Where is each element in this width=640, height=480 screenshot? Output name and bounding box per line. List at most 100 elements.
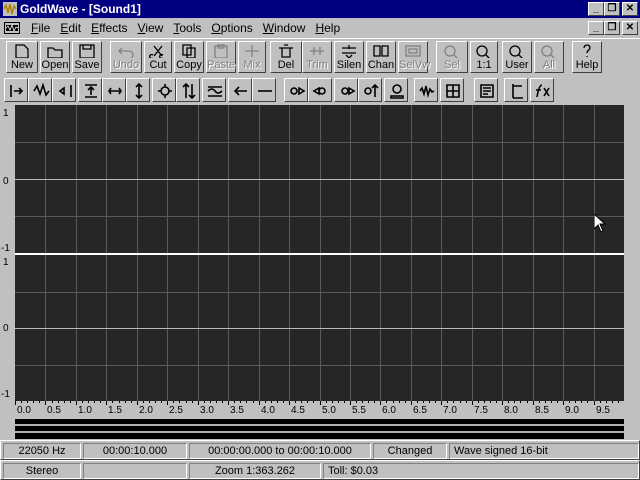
- help-icon: [583, 44, 591, 57]
- main-toolbar: New Open Save Undo Cut Copy Paste Mix Del Trim Sil…: [0, 38, 640, 74]
- save-button[interactable]: Save: [72, 41, 102, 73]
- play-button[interactable]: [284, 78, 308, 102]
- doc-restore-button[interactable]: ❐: [604, 21, 620, 35]
- chan-button[interactable]: Chan: [366, 41, 396, 73]
- copy-button[interactable]: Copy: [174, 41, 204, 73]
- trim-button[interactable]: Trim: [302, 41, 332, 73]
- mix-button[interactable]: Mix: [238, 41, 266, 73]
- maximize-button[interactable]: ❐: [604, 2, 620, 16]
- sample-rate: 22050 Hz: [3, 443, 81, 459]
- time-ruler[interactable]: 0.0 0.5 1.0 1.5 2.0 2.5 3.0 3.5 4.0 4.5 5.0 5.5 6.0 6…: [15, 401, 624, 419]
- swap-arrows-button[interactable]: [176, 78, 200, 102]
- play-forward-button[interactable]: [334, 78, 358, 102]
- user-button[interactable]: User: [502, 41, 532, 73]
- overview-bar[interactable]: [15, 419, 624, 439]
- duration: 00:00:10.000: [83, 443, 187, 459]
- toll-cost: Toll: $0.03: [323, 463, 639, 479]
- resample-icon: [207, 86, 223, 97]
- time-label: 6.0: [382, 405, 396, 416]
- vertical-scrollbar[interactable]: [624, 105, 640, 439]
- toolbar-button-label: SelVw: [399, 59, 431, 71]
- time-label: 8.0: [504, 405, 518, 416]
- expand-button[interactable]: [78, 78, 102, 102]
- amplitude-ruler-bottom: 1 0 -1: [0, 255, 15, 401]
- wave-area: 1 0 -1 1 0 -1 0.0 0.5 1.0 1.5 2.0 2.5 3.0 3.5 4.…: [0, 105, 640, 439]
- menu-file[interactable]: File: [26, 20, 55, 36]
- cue-out-button[interactable]: [52, 78, 76, 102]
- menu-view[interactable]: View: [133, 20, 169, 36]
- toolbar-button-label: All: [542, 59, 556, 71]
- menu-help[interactable]: Help: [310, 20, 345, 36]
- line-button[interactable]: [252, 78, 276, 102]
- close-button[interactable]: ✕: [622, 2, 638, 16]
- file-format: Wave signed 16-bit: [449, 443, 639, 459]
- gear-button[interactable]: [152, 78, 176, 102]
- toolbar-button-label: Paste: [207, 59, 236, 71]
- paste-button[interactable]: Paste: [206, 41, 236, 73]
- silen-button[interactable]: Silen: [334, 41, 364, 73]
- edit-icon: [480, 84, 494, 98]
- menu-options[interactable]: Options: [206, 20, 257, 36]
- help-button[interactable]: Help: [572, 41, 602, 73]
- goldwave-logo-icon: [3, 2, 17, 16]
- status-blank: [83, 463, 187, 479]
- trim-icon: [310, 47, 324, 55]
- menu-window[interactable]: Window: [258, 20, 311, 36]
- minimize-button[interactable]: _: [588, 2, 604, 16]
- status-bar-bottom: Stereo Zoom 1:363.262 Toll: $0.03: [0, 460, 640, 480]
- selvw-button[interactable]: SelVw: [398, 41, 431, 73]
- left-channel-waveform[interactable]: [15, 105, 624, 253]
- doc-close-button[interactable]: ✕: [622, 21, 638, 35]
- record-button[interactable]: [384, 78, 408, 102]
- time-label: 7.5: [474, 405, 488, 416]
- link-icon: [108, 87, 122, 95]
- noise-button[interactable]: [414, 78, 438, 102]
- 1-1-icon: [476, 45, 490, 58]
- time-label: 6.5: [413, 405, 427, 416]
- marker-button[interactable]: [504, 78, 528, 102]
- effects-toolbar: [0, 76, 640, 104]
- edit-button[interactable]: [474, 78, 498, 102]
- undo-button[interactable]: Undo: [110, 41, 142, 73]
- resample-button[interactable]: [202, 78, 226, 102]
- 1-1-button[interactable]: 1:1: [470, 41, 498, 73]
- doc-minimize-button[interactable]: _: [588, 21, 604, 35]
- user-icon: [509, 45, 523, 58]
- toolbar-button-label: Save: [74, 59, 100, 71]
- title-bar[interactable]: GoldWave - [Sound1] _ ❐ ✕: [0, 0, 640, 18]
- cue-in-button[interactable]: [4, 78, 28, 102]
- vertical-arrows-button[interactable]: [126, 78, 150, 102]
- del-button[interactable]: Del: [270, 41, 302, 73]
- sel-button[interactable]: Sel: [436, 41, 468, 73]
- del-icon: [279, 44, 293, 58]
- toolbar-button-label: Trim: [306, 59, 328, 71]
- line-icon: [258, 90, 272, 92]
- menu-tools[interactable]: Tools: [168, 20, 206, 36]
- swap-arrows-icon: [182, 82, 196, 100]
- arrow-left-button[interactable]: [228, 78, 252, 102]
- menu-edit[interactable]: Edit: [55, 20, 86, 36]
- document-icon[interactable]: [4, 22, 20, 34]
- time-label: 1.5: [108, 405, 122, 416]
- menu-bar: File Edit Effects View Tools Options Win…: [0, 18, 640, 38]
- toolbar-button-label: Chan: [367, 59, 395, 71]
- toolbar-button-label: 1:1: [476, 59, 492, 71]
- waveform-view-icon: [33, 82, 50, 97]
- right-channel-waveform[interactable]: [15, 255, 624, 401]
- play-forward-icon: [341, 86, 356, 96]
- play-back-button[interactable]: [308, 78, 332, 102]
- function-button[interactable]: [530, 78, 554, 102]
- filter-icon: [446, 84, 460, 98]
- menu-effects[interactable]: Effects: [86, 20, 132, 36]
- link-button[interactable]: [102, 78, 126, 102]
- all-button[interactable]: All: [534, 41, 564, 73]
- waveform-view-button[interactable]: [28, 78, 52, 102]
- new-button[interactable]: New: [6, 41, 38, 73]
- open-button[interactable]: Open: [40, 41, 70, 73]
- mix-icon: [245, 45, 259, 57]
- toolbar-button-label: User: [505, 59, 529, 71]
- filter-button[interactable]: [440, 78, 464, 102]
- all-icon: [541, 45, 555, 58]
- play-vertical-button[interactable]: [358, 78, 382, 102]
- cut-button[interactable]: Cut: [144, 41, 172, 73]
